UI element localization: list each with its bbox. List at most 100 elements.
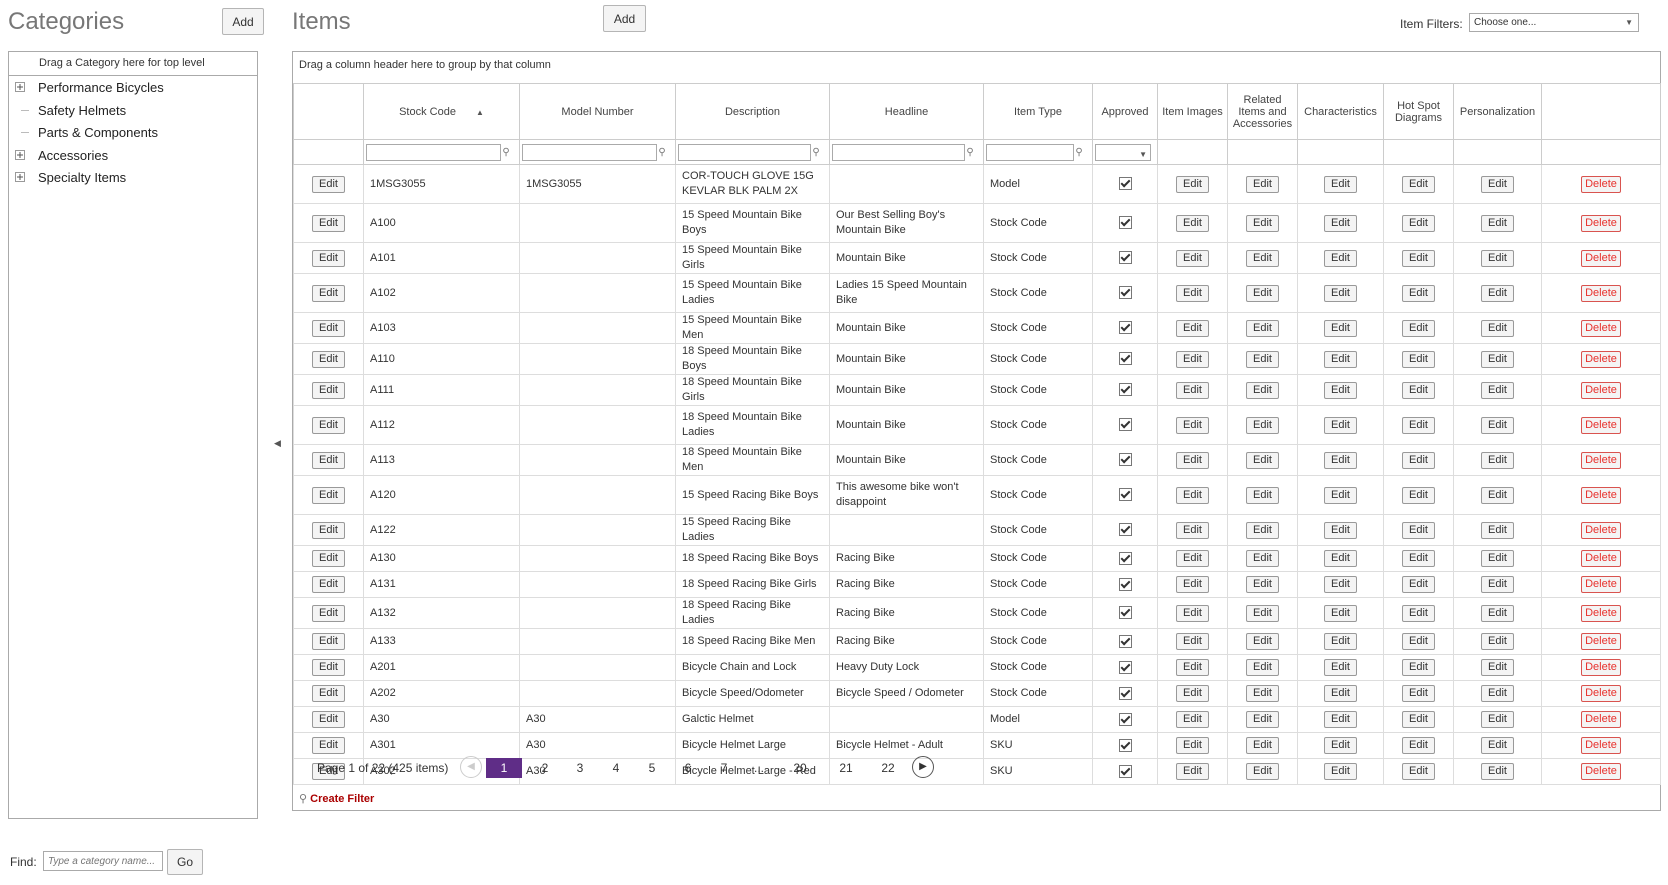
edit-button[interactable]: Edit: [312, 416, 345, 434]
item-images-edit-button[interactable]: Edit: [1176, 350, 1209, 368]
page-link[interactable]: 7: [710, 758, 738, 778]
delete-button[interactable]: Delete: [1581, 550, 1621, 567]
characteristics-edit-button[interactable]: Edit: [1324, 685, 1357, 702]
edit-button[interactable]: Edit: [312, 633, 345, 650]
delete-button[interactable]: Delete: [1581, 451, 1621, 469]
personalization-edit-button[interactable]: Edit: [1481, 486, 1514, 504]
characteristics-edit-button[interactable]: Edit: [1324, 604, 1357, 622]
edit-button[interactable]: Edit: [312, 175, 345, 193]
item-images-edit-button[interactable]: Edit: [1176, 416, 1209, 434]
personalization-edit-button[interactable]: Edit: [1481, 604, 1514, 622]
approved-checkbox[interactable]: [1118, 523, 1132, 537]
tree-item[interactable]: Parts & Components: [9, 122, 257, 144]
approved-filter-select[interactable]: ▼: [1095, 143, 1151, 161]
personalization-edit-button[interactable]: Edit: [1481, 175, 1514, 193]
page-link[interactable]: 3: [566, 758, 594, 778]
filter-icon[interactable]: ⚲: [811, 145, 821, 160]
page-link[interactable]: 5: [638, 758, 666, 778]
column-header[interactable]: Model Number: [519, 83, 676, 140]
related-items-edit-button[interactable]: Edit: [1246, 685, 1279, 702]
column-header[interactable]: Description: [675, 83, 830, 140]
characteristics-edit-button[interactable]: Edit: [1324, 416, 1357, 434]
edit-button[interactable]: Edit: [312, 486, 345, 504]
item-images-edit-button[interactable]: Edit: [1176, 381, 1209, 399]
delete-button[interactable]: Delete: [1581, 416, 1621, 434]
column-filter-input[interactable]: [986, 143, 1074, 161]
characteristics-edit-button[interactable]: Edit: [1324, 175, 1357, 193]
expand-icon[interactable]: [15, 149, 25, 160]
hot-spot-diagrams-edit-button[interactable]: Edit: [1402, 604, 1435, 622]
characteristics-edit-button[interactable]: Edit: [1324, 659, 1357, 676]
group-by-drop-zone[interactable]: Drag a column header here to group by th…: [299, 59, 551, 71]
related-items-edit-button[interactable]: Edit: [1246, 521, 1279, 539]
hot-spot-diagrams-edit-button[interactable]: Edit: [1402, 576, 1435, 593]
add-item-button[interactable]: Add: [603, 5, 646, 32]
next-page-icon[interactable]: ▶: [912, 756, 934, 778]
personalization-edit-button[interactable]: Edit: [1481, 214, 1514, 232]
page-link[interactable]: 4: [602, 758, 630, 778]
personalization-edit-button[interactable]: Edit: [1481, 550, 1514, 567]
characteristics-edit-button[interactable]: Edit: [1324, 576, 1357, 593]
characteristics-edit-button[interactable]: Edit: [1324, 214, 1357, 232]
delete-button[interactable]: Delete: [1581, 486, 1621, 504]
page-link[interactable]: 2: [531, 758, 559, 778]
approved-checkbox[interactable]: [1118, 660, 1132, 674]
related-items-edit-button[interactable]: Edit: [1246, 711, 1279, 728]
item-images-edit-button[interactable]: Edit: [1176, 576, 1209, 593]
delete-button[interactable]: Delete: [1581, 633, 1621, 650]
hot-spot-diagrams-edit-button[interactable]: Edit: [1402, 451, 1435, 469]
approved-checkbox[interactable]: [1118, 551, 1132, 565]
delete-button[interactable]: Delete: [1581, 604, 1621, 622]
hot-spot-diagrams-edit-button[interactable]: Edit: [1402, 350, 1435, 368]
personalization-edit-button[interactable]: Edit: [1481, 711, 1514, 728]
edit-button[interactable]: Edit: [312, 350, 345, 368]
sort-ascending-icon[interactable]: ▲: [476, 108, 484, 117]
characteristics-edit-button[interactable]: Edit: [1324, 633, 1357, 650]
approved-checkbox[interactable]: [1118, 738, 1132, 752]
tree-item[interactable]: Specialty Items: [9, 167, 257, 189]
related-items-edit-button[interactable]: Edit: [1246, 576, 1279, 593]
related-items-edit-button[interactable]: Edit: [1246, 486, 1279, 504]
hot-spot-diagrams-edit-button[interactable]: Edit: [1402, 486, 1435, 504]
hot-spot-diagrams-edit-button[interactable]: Edit: [1402, 214, 1435, 232]
edit-button[interactable]: Edit: [312, 249, 345, 267]
approved-checkbox[interactable]: [1118, 686, 1132, 700]
characteristics-edit-button[interactable]: Edit: [1324, 521, 1357, 539]
column-header[interactable]: Related Items and Accessories: [1227, 83, 1298, 140]
delete-button[interactable]: Delete: [1581, 319, 1621, 337]
approved-checkbox[interactable]: [1118, 712, 1132, 726]
approved-checkbox[interactable]: [1118, 606, 1132, 620]
related-items-edit-button[interactable]: Edit: [1246, 249, 1279, 267]
page-link[interactable]: 21: [832, 758, 860, 778]
approved-checkbox[interactable]: [1118, 453, 1132, 467]
approved-checkbox[interactable]: [1118, 251, 1132, 265]
delete-button[interactable]: Delete: [1581, 576, 1621, 593]
personalization-edit-button[interactable]: Edit: [1481, 659, 1514, 676]
approved-checkbox[interactable]: [1118, 321, 1132, 335]
personalization-edit-button[interactable]: Edit: [1481, 633, 1514, 650]
characteristics-edit-button[interactable]: Edit: [1324, 350, 1357, 368]
item-images-edit-button[interactable]: Edit: [1176, 633, 1209, 650]
related-items-edit-button[interactable]: Edit: [1246, 381, 1279, 399]
hot-spot-diagrams-edit-button[interactable]: Edit: [1402, 381, 1435, 399]
approved-checkbox[interactable]: [1118, 177, 1132, 191]
delete-button[interactable]: Delete: [1581, 521, 1621, 539]
filter-icon[interactable]: ⚲: [1074, 145, 1084, 160]
related-items-edit-button[interactable]: Edit: [1246, 175, 1279, 193]
page-link[interactable]: 20: [786, 758, 814, 778]
column-header[interactable]: Characteristics: [1297, 83, 1384, 140]
related-items-edit-button[interactable]: Edit: [1246, 604, 1279, 622]
item-images-edit-button[interactable]: Edit: [1176, 604, 1209, 622]
delete-button[interactable]: Delete: [1581, 381, 1621, 399]
item-images-edit-button[interactable]: Edit: [1176, 521, 1209, 539]
related-items-edit-button[interactable]: Edit: [1246, 416, 1279, 434]
characteristics-edit-button[interactable]: Edit: [1324, 711, 1357, 728]
item-images-edit-button[interactable]: Edit: [1176, 319, 1209, 337]
column-header[interactable]: Headline: [829, 83, 984, 140]
delete-button[interactable]: Delete: [1581, 214, 1621, 232]
personalization-edit-button[interactable]: Edit: [1481, 249, 1514, 267]
personalization-edit-button[interactable]: Edit: [1481, 451, 1514, 469]
personalization-edit-button[interactable]: Edit: [1481, 685, 1514, 702]
column-filter-input[interactable]: [522, 143, 657, 161]
item-images-edit-button[interactable]: Edit: [1176, 451, 1209, 469]
